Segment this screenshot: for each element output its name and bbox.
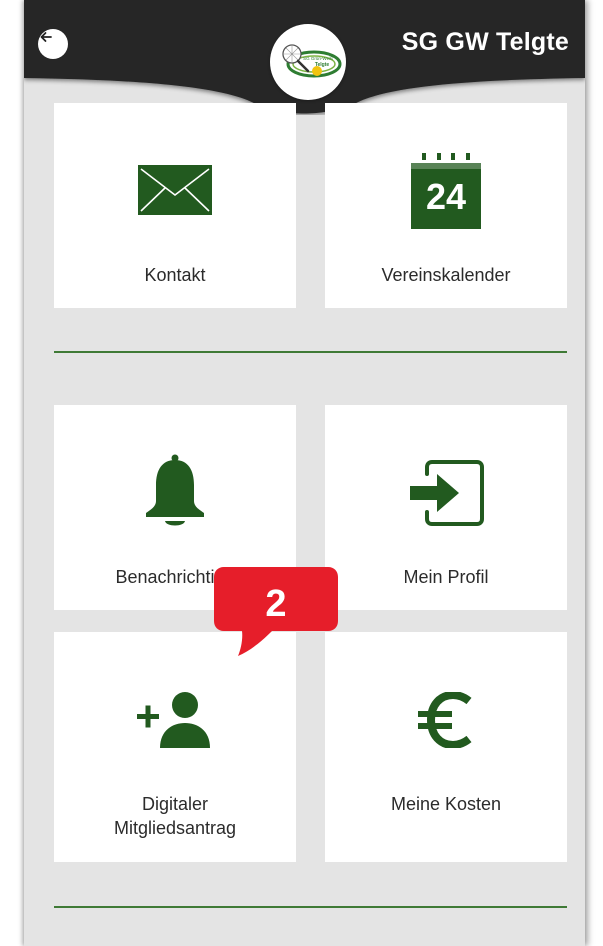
app-screen: SG Grün-Weiß Telgte SG GW Telgte Kontakt bbox=[24, 0, 585, 946]
tile-mein-profil[interactable]: Mein Profil bbox=[325, 405, 567, 610]
app-header: SG Grün-Weiß Telgte SG GW Telgte bbox=[24, 0, 585, 115]
logo-text-line2: Telgte bbox=[315, 62, 330, 68]
tile-label: Meine Kosten bbox=[390, 794, 502, 814]
callout-number: 2 bbox=[265, 583, 287, 625]
calendar-day: 24 bbox=[426, 176, 466, 217]
tile-label: Digitaler Mitgliedsantrag bbox=[54, 792, 296, 840]
tile-label: Mein Profil bbox=[403, 567, 489, 587]
callout-badge: 2 bbox=[214, 567, 338, 658]
section-divider bbox=[54, 906, 567, 908]
arrow-left-icon bbox=[40, 32, 52, 42]
add-person-icon bbox=[137, 692, 210, 748]
tile-meine-kosten[interactable]: Meine Kosten bbox=[325, 632, 567, 862]
logo-text-line1: SG Grün-Weiß bbox=[303, 56, 333, 61]
tile-digitaler-mitgliedsantrag[interactable]: Digitaler Mitgliedsantrag bbox=[54, 632, 296, 862]
bell-icon bbox=[146, 454, 204, 526]
tile-label: Kontakt bbox=[144, 265, 206, 285]
tile-label-line2: Mitgliedsantrag bbox=[113, 818, 237, 838]
tennis-logo-icon: SG Grün-Weiß Telgte bbox=[282, 44, 342, 78]
back-button[interactable] bbox=[38, 29, 68, 59]
app-title: SG GW Telgte bbox=[401, 28, 569, 56]
login-arrow-icon bbox=[410, 460, 484, 526]
tile-vereinskalender[interactable]: 24 Vereinskalender bbox=[325, 103, 567, 308]
envelope-icon bbox=[138, 165, 212, 215]
tile-label: Vereinskalender bbox=[381, 265, 511, 285]
euro-icon bbox=[418, 692, 472, 748]
section-divider bbox=[54, 351, 567, 353]
tile-kontakt[interactable]: Kontakt bbox=[54, 103, 296, 308]
calendar-icon: 24 bbox=[411, 153, 481, 229]
tile-label-line1: Digitaler bbox=[141, 794, 209, 814]
club-logo: SG Grün-Weiß Telgte bbox=[270, 24, 346, 100]
